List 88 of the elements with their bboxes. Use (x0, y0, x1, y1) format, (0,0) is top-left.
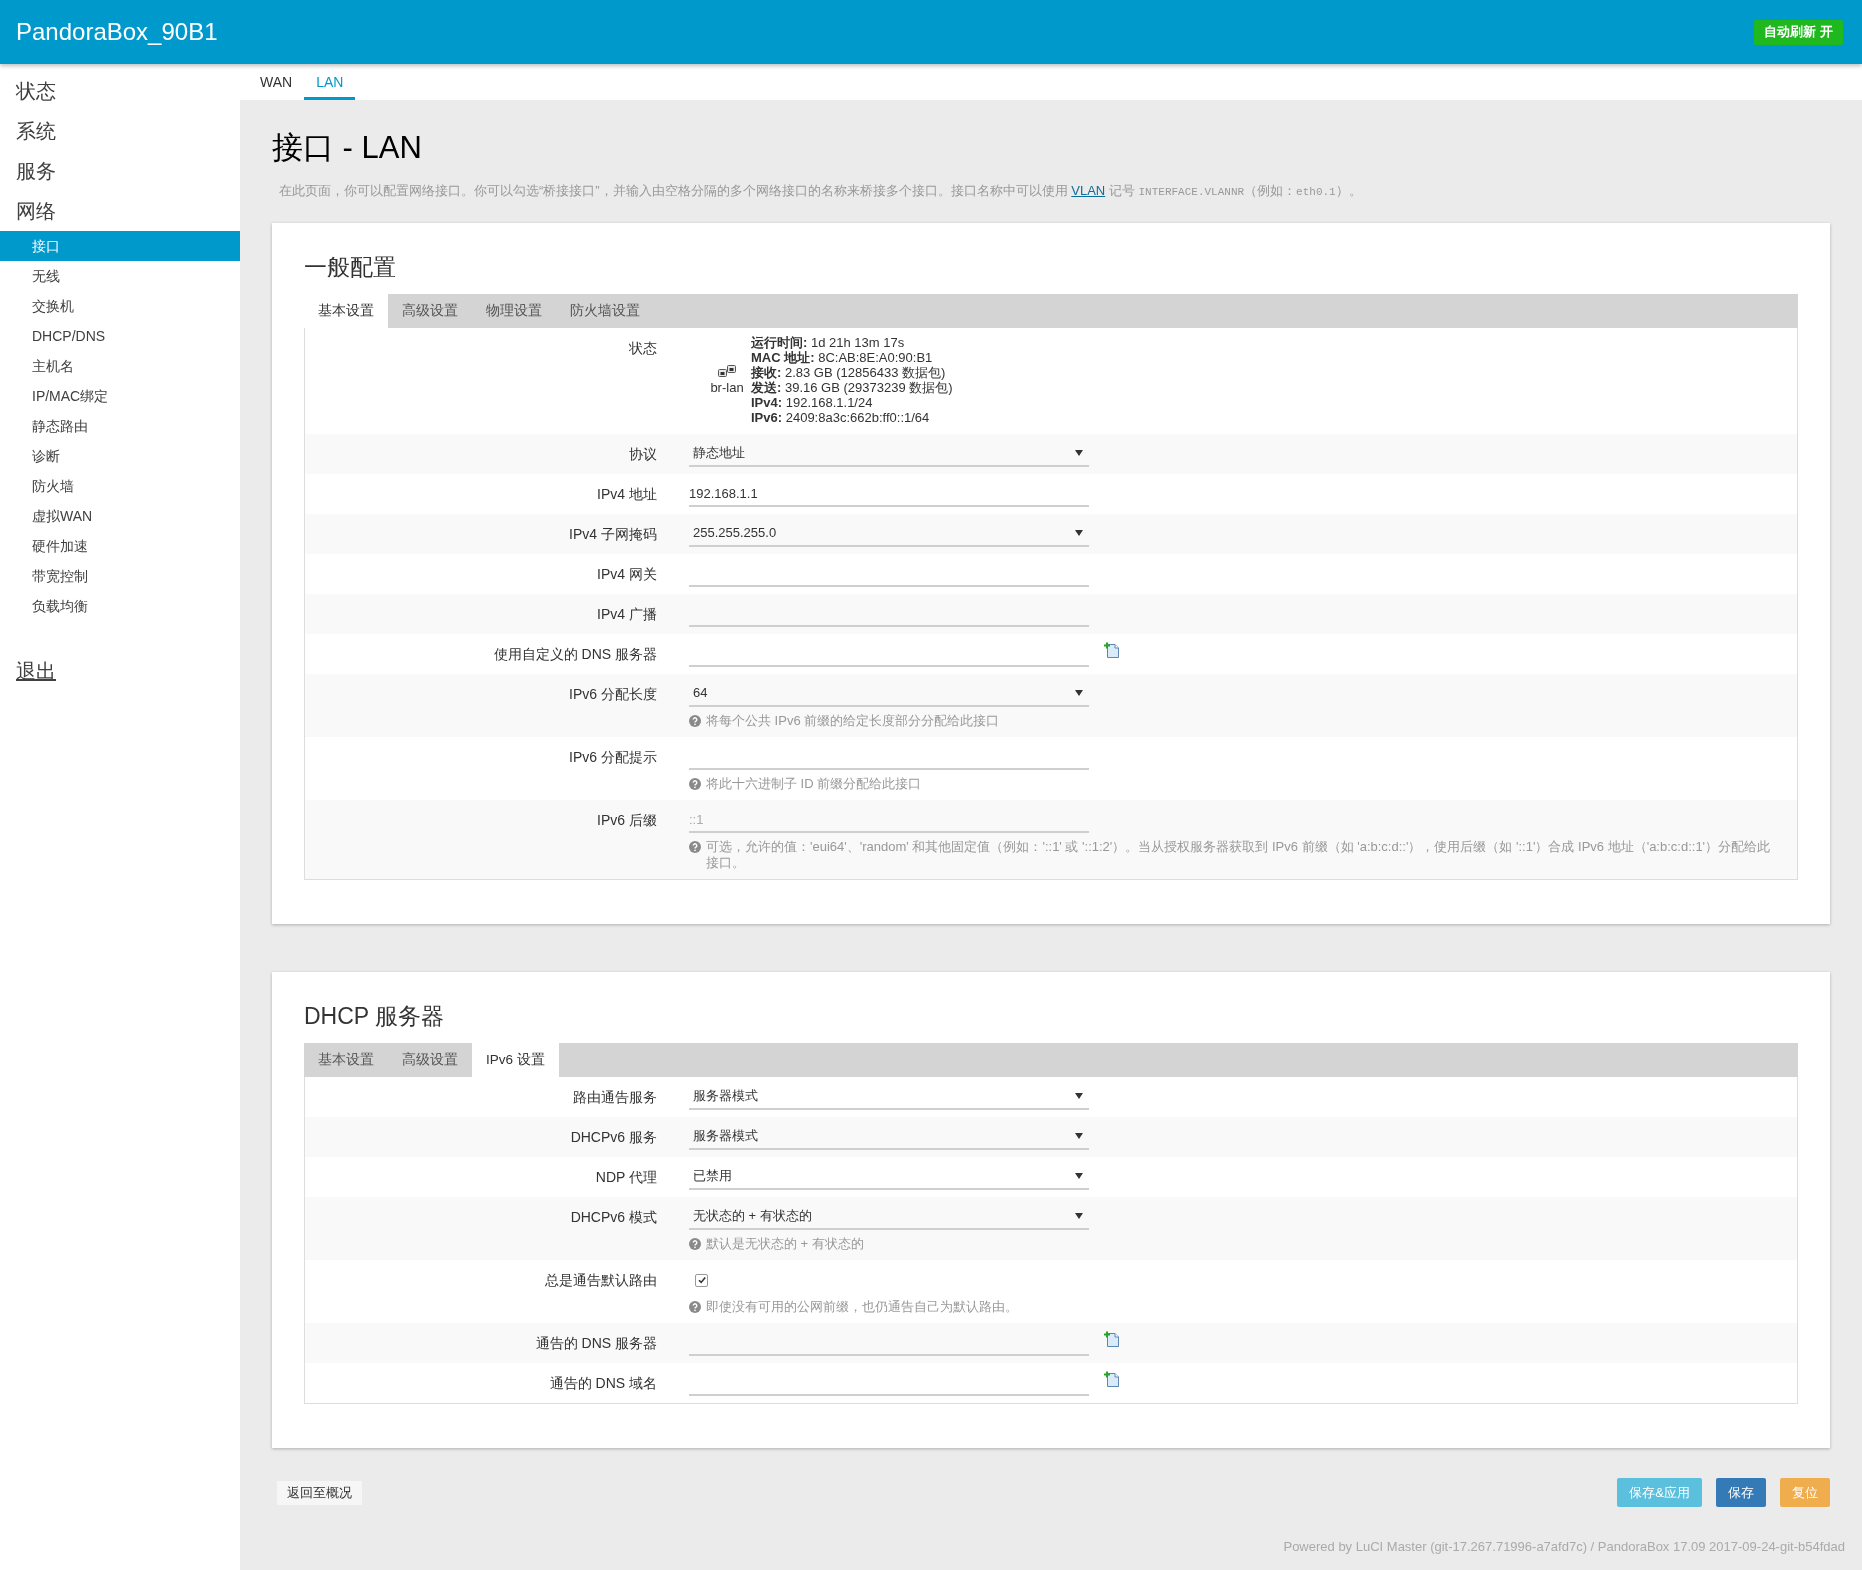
sidebar-item[interactable]: 网络 (0, 191, 240, 231)
help-icon (689, 841, 701, 853)
sidebar-subitem[interactable]: 无线 (0, 261, 240, 291)
dropdown-field[interactable]: 静态地址 (689, 441, 1089, 467)
field-label: IPv4 网关 (596, 565, 657, 584)
field-label: 通告的 DNS 服务器 (534, 1334, 657, 1353)
field-label: IPv6 分配长度 (568, 685, 657, 704)
field-label: IPv4 子网掩码 (568, 525, 657, 544)
dropdown-field[interactable]: 64 (689, 681, 1089, 707)
field-label: 总是通告默认路由 (544, 1271, 657, 1290)
section-title: 一般配置 (304, 253, 397, 281)
text-field[interactable]: ::1 (689, 807, 1089, 833)
tab[interactable]: 防火墙设置 (556, 294, 654, 328)
sidebar-subitem[interactable]: 负载均衡 (0, 591, 240, 621)
page-title: 接口 - LAN (272, 129, 423, 167)
field-label: 路由通告服务 (572, 1088, 657, 1107)
status-line: 接收: 2.83 GB (12856433 数据包) (751, 365, 947, 380)
caret-icon (1075, 530, 1083, 536)
status-line: 发送: 39.16 GB (29373239 数据包) (751, 380, 953, 395)
back-button[interactable]: 返回至概况 (277, 1480, 362, 1505)
help-icon (689, 1301, 701, 1313)
field-label: 协议 (628, 445, 657, 464)
field-label: DHCPv6 模式 (569, 1208, 657, 1227)
tab[interactable]: 基本设置 (304, 1043, 388, 1077)
field-label: 使用自定义的 DNS 服务器 (492, 645, 657, 664)
device-name: br-lan (710, 380, 744, 396)
inline-link[interactable]: VLAN (1071, 183, 1106, 198)
sidebar-subitem[interactable]: 交换机 (0, 291, 240, 321)
sidebar-subitem[interactable]: 主机名 (0, 351, 240, 381)
caret-icon (1075, 1093, 1083, 1099)
tab[interactable]: 高级设置 (388, 294, 472, 328)
field-label: IPv6 后缀 (596, 811, 657, 830)
document-plus-icon[interactable] (1104, 1331, 1120, 1347)
sidebar-subitem[interactable]: 虚拟WAN (0, 501, 240, 531)
dropdown-field[interactable]: 服务器模式 (689, 1084, 1089, 1110)
tab[interactable]: 高级设置 (388, 1043, 472, 1077)
status-line: IPv6: 2409:8a3c:662b:ff0::1/64 (751, 410, 931, 425)
page-description: 在此页面，你可以配置网络接口。你可以勾选“桥接接口”，并输入由空格分隔的多个网络接口的名称来桥接多个接口。接口名称中可以使用 VLAN 记号 INTERFACE.VLANNR（例如：eth0.1）。 (278, 182, 1363, 200)
field-label: IPv6 分配提示 (568, 748, 657, 767)
dropdown-field[interactable]: 无状态的 + 有状态的 (689, 1204, 1089, 1230)
powered-by-text: Powered by LuCI Master (git-17.267.71996-a7afd7c) / PandoraBox 17.09 2017-09-24-git-b54fdad (1283, 1539, 1845, 1555)
sidebar-subitem[interactable]: 防火墙 (0, 471, 240, 501)
sidebar-subitem[interactable]: 诊断 (0, 441, 240, 471)
tab[interactable]: 基本设置 (304, 294, 388, 328)
help-text: 将此十六进制子 ID 前缀分配给此接口 (706, 776, 922, 792)
sidebar-subitem[interactable]: 带宽控制 (0, 561, 240, 591)
save-button[interactable]: 保存 (1716, 1478, 1766, 1507)
status-line: MAC 地址: 8C:AB:8E:A0:90:B1 (751, 350, 934, 365)
caret-icon (1075, 1213, 1083, 1219)
sidebar-subitem[interactable]: IP/MAC绑定 (0, 381, 240, 411)
interface-tab[interactable]: WAN (248, 64, 305, 100)
document-plus-icon[interactable] (1104, 642, 1120, 658)
field-label: IPv4 地址 (596, 485, 657, 504)
field-label: IPv4 广播 (596, 605, 657, 624)
text-field[interactable]: 192.168.1.1 (689, 481, 1089, 507)
status-line: IPv4: 192.168.1.1/24 (751, 395, 874, 410)
caret-icon (1075, 1173, 1083, 1179)
field-label: NDP 代理 (594, 1168, 657, 1187)
status-line: 运行时间: 1d 21h 13m 17s (751, 335, 906, 350)
tab[interactable]: IPv6 设置 (472, 1043, 559, 1077)
document-plus-icon[interactable] (1104, 1371, 1120, 1387)
dropdown-field[interactable]: 已禁用 (689, 1164, 1089, 1190)
help-icon (689, 715, 701, 727)
dropdown-field[interactable]: 服务器模式 (689, 1124, 1089, 1150)
caret-icon (1075, 450, 1083, 456)
sidebar-subitem[interactable]: 硬件加速 (0, 531, 240, 561)
field-label: DHCPv6 服务 (569, 1128, 657, 1147)
help-icon (689, 1238, 701, 1250)
help-text: 默认是无状态的 + 有状态的 (706, 1236, 864, 1252)
sidebar-item[interactable]: 系统 (0, 111, 240, 151)
sidebar-item[interactable]: 服务 (0, 151, 240, 191)
tab[interactable]: 物理设置 (472, 294, 556, 328)
sidebar-item[interactable]: 状态 (0, 71, 240, 111)
caret-icon (1075, 690, 1083, 696)
checkbox[interactable] (695, 1273, 708, 1287)
help-text: 可选，允许的值：'eui64'、'random' 和其他固定值（例如：'::1' 或 '::1:2'）。当从授权服务器获取到 IPv6 前缀（如 'a:b:c:d::'），使用后缀（如 '::1'）合成 IPv6 地址（'a:b:c:d::1'）分配给此接口。 (706, 839, 1772, 871)
section-title: DHCP 服务器 (304, 1002, 446, 1030)
caret-icon (1075, 1133, 1083, 1139)
help-text: 即使没有可用的公网前缀，也仍通告自己为默认路由。 (706, 1299, 1018, 1315)
sidebar-subitem[interactable]: 静态路由 (0, 411, 240, 441)
logout-link[interactable]: 退出 (16, 656, 56, 686)
help-text: 将每个公共 IPv6 前缀的给定长度部分分配给此接口 (706, 713, 1000, 729)
field-label: 通告的 DNS 域名 (548, 1374, 657, 1393)
dropdown-field[interactable]: 255.255.255.0 (689, 521, 1089, 547)
network-ports-icon (718, 364, 736, 378)
field-label: 状态 (628, 339, 657, 358)
sidebar-subitem[interactable]: DHCP/DNS (0, 321, 240, 351)
help-icon (689, 778, 701, 790)
